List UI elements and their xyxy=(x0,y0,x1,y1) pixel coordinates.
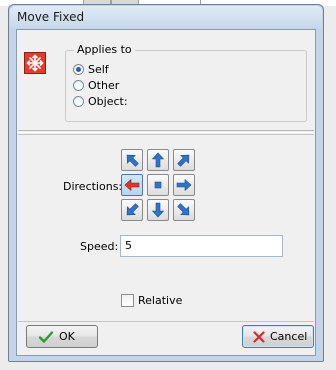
radio-other-button[interactable] xyxy=(73,80,84,91)
radio-other-label: Other xyxy=(88,79,120,92)
arrow-down-left-icon xyxy=(126,203,139,216)
arrow-left-icon xyxy=(124,178,140,192)
ok-button-label: OK xyxy=(59,330,75,343)
radio-self[interactable]: Self xyxy=(73,62,109,77)
cancel-button[interactable]: Cancel xyxy=(242,325,314,348)
radio-self-label: Self xyxy=(88,63,109,76)
direction-up-button[interactable] xyxy=(147,149,169,171)
title-bar[interactable]: Move Fixed xyxy=(10,6,322,28)
arrow-down-right-icon xyxy=(177,203,190,216)
arrow-up-right-icon xyxy=(177,154,190,167)
cancel-x-icon xyxy=(253,330,265,343)
applies-to-legend: Applies to xyxy=(74,43,135,56)
direction-up-right-button[interactable] xyxy=(173,149,195,171)
direction-button-grid xyxy=(121,149,195,221)
panel-separator xyxy=(18,132,314,133)
radio-self-button[interactable] xyxy=(73,64,84,75)
direction-down-left-button[interactable] xyxy=(121,199,143,221)
direction-down-button[interactable] xyxy=(147,199,169,221)
cancel-button-label: Cancel xyxy=(270,330,308,343)
window-title: Move Fixed xyxy=(17,10,85,24)
speed-label: Speed: xyxy=(80,240,119,253)
ok-button[interactable]: OK xyxy=(26,325,98,348)
directions-label: Directions: xyxy=(63,180,123,193)
relative-label: Relative xyxy=(138,294,183,307)
direction-stop-button[interactable] xyxy=(147,174,169,196)
speed-input[interactable]: 5 xyxy=(120,235,283,257)
direction-left-button[interactable] xyxy=(121,174,143,196)
arrow-right-icon xyxy=(176,178,192,192)
checkmark-icon xyxy=(39,330,53,343)
move-fixed-action-icon xyxy=(24,52,46,74)
relative-checkbox[interactable] xyxy=(121,294,134,307)
arrow-up-icon xyxy=(151,152,165,168)
direction-up-left-button[interactable] xyxy=(121,149,143,171)
radio-other[interactable]: Other xyxy=(73,78,119,93)
stop-square-icon xyxy=(154,181,162,189)
radio-object[interactable]: Object: xyxy=(73,94,128,109)
radio-object-button[interactable] xyxy=(73,96,84,107)
arrow-down-icon xyxy=(151,202,165,218)
arrow-up-left-icon xyxy=(126,154,139,167)
radio-object-label: Object: xyxy=(88,95,128,108)
direction-right-button[interactable] xyxy=(173,174,195,196)
direction-down-right-button[interactable] xyxy=(173,199,195,221)
